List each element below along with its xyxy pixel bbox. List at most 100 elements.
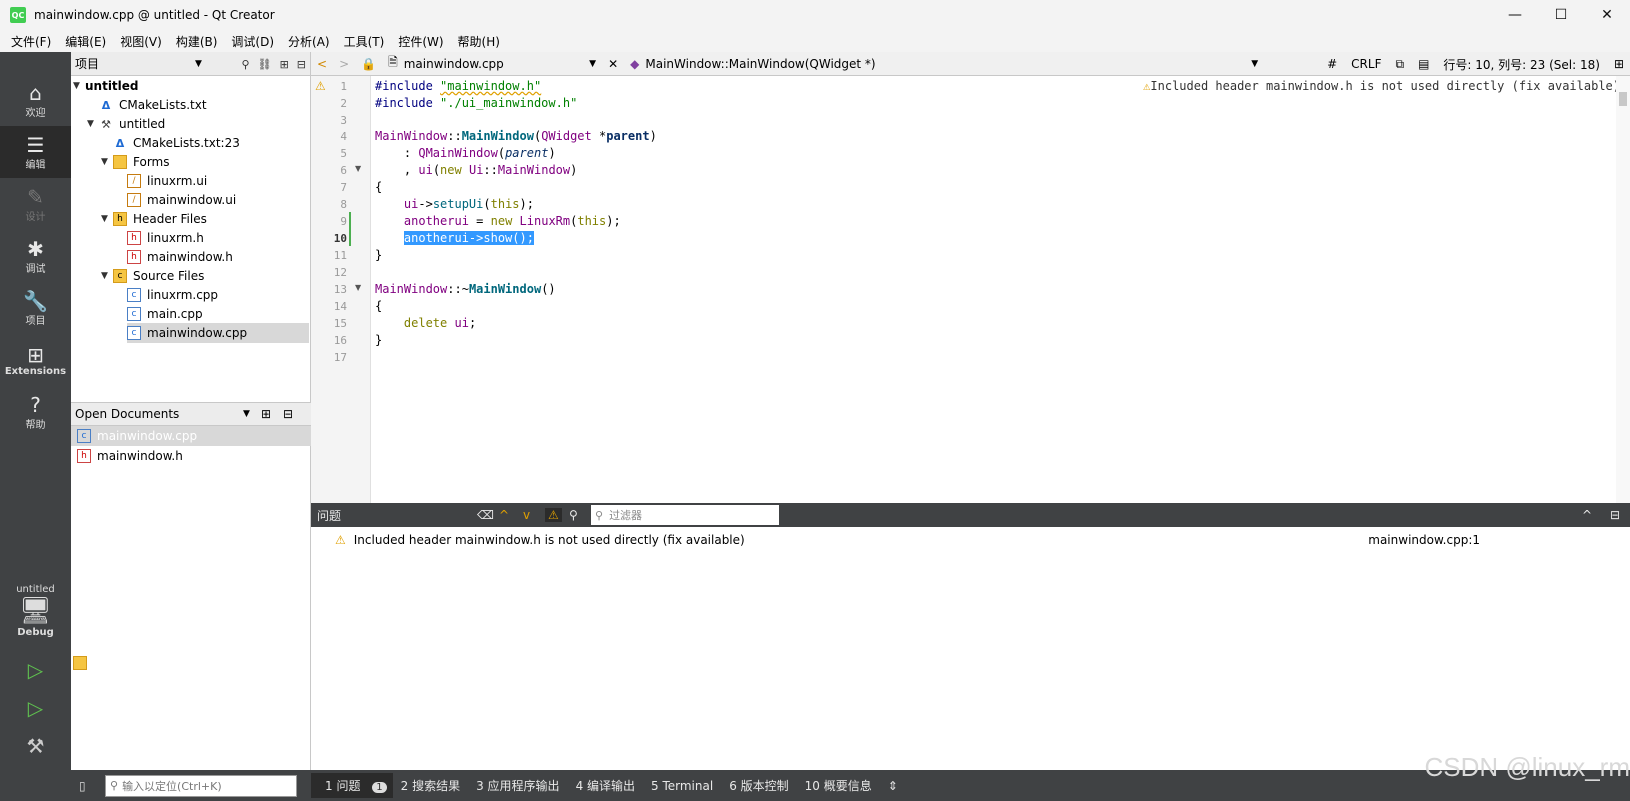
warning-filter-icon[interactable]: ⚠ (545, 508, 562, 522)
kit-config: Debug (17, 627, 54, 638)
close-pane-icon[interactable]: ⊟ (1610, 508, 1620, 522)
menu-debug[interactable]: 调试(D) (224, 33, 281, 50)
title-bar: QC mainwindow.cpp @ untitled - Qt Creato… (0, 0, 1630, 30)
back-icon[interactable]: < (311, 52, 333, 76)
code-line: MainWindow::MainWindow(QWidget *parent) (375, 129, 657, 143)
issues-title: 问题 (317, 508, 342, 523)
tab-version-control[interactable]: 6 版本控制 (721, 777, 796, 794)
mode-design[interactable]: ✎ 设计 (0, 178, 71, 230)
inline-warning[interactable]: ⚠Included header mainwindow.h is not use… (1143, 79, 1620, 93)
mode-projects[interactable]: 🔧 项目 (0, 282, 71, 334)
project-icon (73, 656, 87, 670)
encoding-label[interactable]: # (1327, 57, 1337, 71)
tab-issues[interactable]: 1 问题 1 (311, 773, 393, 798)
close-button[interactable]: ✕ (1584, 0, 1630, 30)
open-doc-mainwindow-cpp[interactable]: c mainwindow.cpp (71, 426, 311, 446)
split-icon[interactable]: ⊞ (261, 407, 271, 421)
expand-icon: ▼ (101, 271, 108, 281)
code-model-icon[interactable]: ⧉ (1395, 57, 1404, 72)
run-button[interactable]: ▷ (0, 652, 71, 688)
fold-icon[interactable]: ▼ (355, 283, 361, 292)
outline-icon[interactable]: ▤ (1418, 57, 1429, 71)
debug-run-button[interactable]: ▷ (0, 690, 71, 726)
scrollbar-thumb[interactable] (1619, 92, 1627, 106)
tree-node-target[interactable]: ▼ ⚒ untitled (87, 114, 165, 134)
close-document-icon[interactable]: ✕ (602, 52, 624, 76)
menu-tools[interactable]: 工具(T) (337, 33, 392, 50)
open-doc-mainwindow-h[interactable]: h mainwindow.h (71, 446, 311, 466)
tab-application-output[interactable]: 3 应用程序输出 (468, 777, 567, 794)
sidebar-toggle-icon[interactable]: ▯ (79, 779, 86, 793)
build-button[interactable]: ⚒ (0, 728, 71, 764)
tree-node-linuxrm-cpp[interactable]: c linuxrm.cpp (115, 285, 218, 305)
next-item-icon[interactable]: v (523, 508, 530, 522)
link-icon[interactable]: ⛓ (258, 58, 272, 71)
issue-row[interactable]: ⚠ Included header mainwindow.h is not us… (311, 531, 1630, 549)
locator-input[interactable]: ⚲ 输入以定位(Ctrl+K) (105, 774, 297, 797)
more-tabs-icon[interactable]: ⇕ (880, 779, 906, 793)
cpp-file-icon: c (127, 326, 141, 340)
tree-node-mainwindow-ui[interactable]: / mainwindow.ui (115, 190, 236, 210)
tree-node-header-files[interactable]: ▼ h Header Files (101, 209, 207, 229)
tab-general-messages[interactable]: 10 概要信息 (797, 777, 880, 794)
filter-icon[interactable]: ⚲ (242, 58, 250, 71)
issues-filter-input[interactable]: ⚲ 过滤器 (591, 505, 779, 525)
tree-node-main-cpp[interactable]: c main.cpp (115, 304, 203, 324)
tree-node-linuxrm-ui[interactable]: / linuxrm.ui (115, 171, 207, 191)
monitor-icon: 🖥 (18, 596, 52, 626)
chevron-down-icon[interactable]: ▼ (243, 409, 250, 419)
prev-item-icon[interactable]: ^ (499, 508, 509, 522)
editor-scrollbar[interactable] (1616, 76, 1630, 503)
split-icon[interactable]: ⊞ (1614, 57, 1624, 71)
kit-selector[interactable]: untitled 🖥 Debug (0, 584, 71, 638)
menu-build[interactable]: 构建(B) (169, 33, 225, 50)
mode-help[interactable]: ? 帮助 (0, 386, 71, 438)
fold-icon[interactable]: ▼ (355, 164, 361, 173)
tree-node-forms[interactable]: ▼ Forms (101, 152, 169, 172)
maximize-button[interactable]: ☐ (1538, 0, 1584, 30)
tab-compile-output[interactable]: 4 编译输出 (568, 777, 643, 794)
mode-extensions[interactable]: ⊞ Extensions (0, 334, 71, 386)
tree-node-source-files[interactable]: ▼ c Source Files (101, 266, 204, 286)
menu-analyze[interactable]: 分析(A) (281, 33, 337, 50)
symbol-selector[interactable]: ◆ MainWindow::MainWindow(QWidget *) ▼ (624, 52, 1264, 76)
mode-debug[interactable]: ✱ 调试 (0, 230, 71, 282)
filter-icon[interactable]: ⚲ (569, 508, 578, 522)
folder-icon: h (113, 212, 127, 226)
tree-node-mainwindow-cpp[interactable]: c mainwindow.cpp (127, 323, 309, 343)
menu-file[interactable]: 文件(F) (4, 33, 58, 50)
tree-node-linuxrm-h[interactable]: h linuxrm.h (115, 228, 204, 248)
menu-help[interactable]: 帮助(H) (451, 33, 507, 50)
locator-bar: ▯ ⚲ 输入以定位(Ctrl+K) (71, 770, 311, 801)
split-icon[interactable]: ⊞ (280, 58, 289, 71)
chevron-down-icon[interactable]: ▼ (195, 59, 202, 69)
tree-node-project[interactable]: ▼ untitled (73, 76, 139, 670)
tab-terminal[interactable]: 5 Terminal (643, 779, 721, 793)
tree-node-mainwindow-h[interactable]: h mainwindow.h (115, 247, 233, 267)
mode-edit[interactable]: ☰ 编辑 (0, 126, 71, 178)
tree-node-cmakelists[interactable]: Δ CMakeLists.txt (87, 95, 207, 115)
tree-node-cmakelists-23[interactable]: Δ CMakeLists.txt:23 (101, 133, 240, 153)
line-number: 16 (333, 334, 347, 347)
code-line: { (375, 180, 383, 194)
file-selector[interactable]: 🗎 mainwindow.cpp ▼ (382, 52, 602, 76)
menu-view[interactable]: 视图(V) (113, 33, 169, 50)
mode-welcome[interactable]: ⌂ 欢迎 (0, 74, 71, 126)
clean-icon[interactable]: ⌫ (477, 508, 494, 522)
close-pane-icon[interactable]: ⊟ (283, 407, 293, 421)
header-file-icon: h (127, 231, 141, 245)
line-ending-selector[interactable]: CRLF (1351, 57, 1381, 71)
open-documents-header: Open Documents ▼ ⊞ ⊟ (71, 402, 311, 426)
maximize-pane-icon[interactable]: ^ (1582, 508, 1592, 522)
minimize-button[interactable]: — (1492, 0, 1538, 30)
menu-edit[interactable]: 编辑(E) (58, 33, 113, 50)
code-editor[interactable]: ⚠ 1 2 3 4 5 6 7 8 9 10 11 12 13 14 15 16… (311, 76, 1630, 503)
cursor-position[interactable]: 行号: 10, 列号: 23 (Sel: 18) (1443, 56, 1600, 73)
close-pane-icon[interactable]: ⊟ (297, 58, 306, 71)
forward-icon[interactable]: > (333, 52, 355, 76)
line-number: 7 (340, 181, 347, 194)
open-documents-pane: Open Documents ▼ ⊞ ⊟ c mainwindow.cpp h ma… (71, 402, 311, 466)
menu-controls[interactable]: 控件(W) (391, 33, 450, 50)
bug-icon: ✱ (27, 236, 44, 261)
tab-search-results[interactable]: 2 搜索结果 (393, 777, 468, 794)
